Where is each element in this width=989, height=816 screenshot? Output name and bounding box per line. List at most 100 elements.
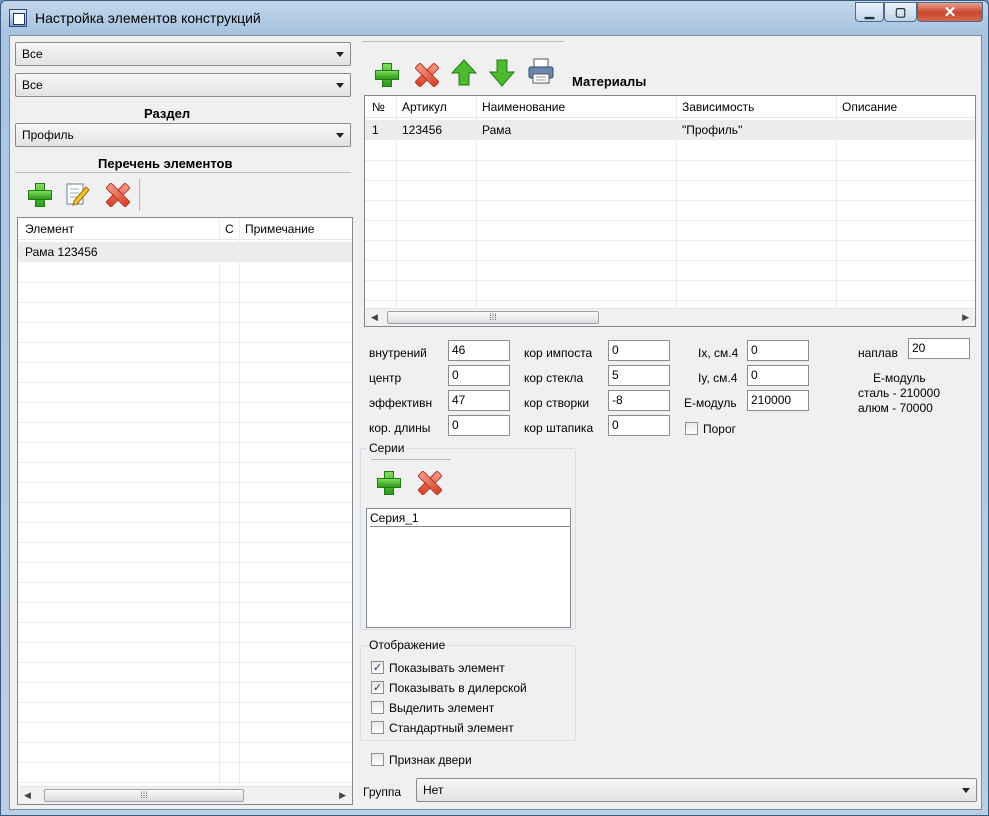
scroll-left-icon[interactable]: ◀	[24, 790, 31, 801]
standard-element-label: Стандартный элемент	[389, 721, 514, 735]
row-divider	[18, 562, 352, 563]
column-header[interactable]: Описание	[842, 100, 897, 114]
row-divider	[18, 622, 352, 623]
delete-material-icon[interactable]	[412, 61, 438, 87]
column-header[interactable]: Артикул	[402, 100, 447, 114]
list-item[interactable]: Серия_1	[370, 511, 570, 527]
show-dealer-checkbox[interactable]: ✓	[371, 681, 384, 694]
kor-shtapika-input[interactable]: 0	[608, 415, 670, 436]
effektivn-input[interactable]: 47	[448, 390, 510, 411]
e-modul-note: E-модуль	[873, 371, 926, 385]
chevron-down-icon	[336, 52, 344, 57]
delete-series-icon[interactable]	[415, 469, 441, 495]
column-divider	[836, 96, 837, 308]
add-material-icon[interactable]	[373, 61, 399, 87]
e-modul-input[interactable]: 210000	[747, 390, 809, 411]
row-divider	[18, 782, 352, 783]
vnutreniy-input[interactable]: 46	[448, 340, 510, 361]
row-divider	[18, 302, 352, 303]
kor-dliny-label: кор. длины	[369, 421, 431, 435]
title-bar[interactable]: Настройка элементов конструкций ▁ ▢ ✕	[1, 1, 988, 35]
column-header[interactable]: Зависимость	[682, 100, 754, 114]
row-divider	[18, 602, 352, 603]
row-divider	[18, 362, 352, 363]
add-series-icon[interactable]	[375, 469, 401, 495]
scroll-thumb[interactable]: ⁞⁞⁞	[387, 311, 599, 324]
centr-label: центр	[369, 371, 402, 385]
door-checkbox[interactable]	[371, 753, 384, 766]
show-element-label: Показывать элемент	[389, 661, 505, 675]
scroll-right-icon[interactable]: ▶	[962, 312, 969, 323]
row-divider	[365, 300, 975, 301]
section-label: Раздел	[144, 106, 191, 121]
row-divider	[18, 402, 352, 403]
group-combo[interactable]: Нет	[416, 778, 977, 802]
chevron-down-icon	[336, 133, 344, 138]
divider	[371, 459, 451, 460]
add-icon[interactable]	[26, 181, 52, 207]
standard-element-checkbox[interactable]	[371, 721, 384, 734]
minimize-button[interactable]: ▁	[855, 2, 884, 22]
elements-table[interactable]: Элемент С Примечание Рама 123456 ◀ ⁞⁞⁞ ▶	[17, 217, 353, 805]
horizontal-scrollbar[interactable]: ◀ ⁞⁞⁞ ▶	[18, 786, 352, 804]
column-header[interactable]: Наименование	[482, 100, 565, 114]
aluminium-note: алюм - 70000	[858, 401, 933, 415]
divider	[15, 172, 351, 173]
column-header[interactable]: С	[225, 222, 234, 236]
scroll-left-icon[interactable]: ◀	[371, 312, 378, 323]
client-area: Все Все Раздел Профиль Перечень элементо…	[9, 35, 982, 810]
column-divider	[676, 96, 677, 308]
row-divider	[365, 200, 975, 201]
close-button[interactable]: ✕	[917, 2, 983, 22]
move-up-icon[interactable]	[450, 59, 478, 86]
filter-combo-1-value: Все	[22, 47, 43, 61]
centr-input[interactable]: 0	[448, 365, 510, 386]
chevron-down-icon	[962, 788, 970, 793]
iy-input[interactable]: 0	[747, 365, 809, 386]
table-row[interactable]: 1 123456 Рама "Профиль"	[365, 120, 975, 140]
kor-stekla-input[interactable]: 5	[608, 365, 670, 386]
row-divider	[18, 542, 352, 543]
series-group: Серии Серия_1	[360, 441, 576, 630]
delete-icon[interactable]	[103, 181, 129, 207]
group-combo-value: Нет	[423, 783, 444, 797]
ix-input[interactable]: 0	[747, 340, 809, 361]
show-element-checkbox[interactable]: ✓	[371, 661, 384, 674]
elements-list-title: Перечень элементов	[98, 156, 233, 171]
kor-stvorki-label: кор створки	[524, 396, 590, 410]
series-list[interactable]: Серия_1	[366, 508, 571, 628]
filter-combo-1[interactable]: Все	[15, 42, 351, 66]
door-label: Признак двери	[389, 753, 472, 767]
section-combo[interactable]: Профиль	[15, 123, 351, 147]
divider	[362, 41, 564, 42]
display-group: Отображение ✓ Показывать элемент ✓ Показ…	[360, 638, 576, 741]
materials-table[interactable]: № Артикул Наименование Зависимость Описа…	[364, 95, 976, 327]
porog-checkbox[interactable]	[685, 422, 698, 435]
row-divider	[18, 662, 352, 663]
kor-stvorki-input[interactable]: -8	[608, 390, 670, 411]
kor-imposta-input[interactable]: 0	[608, 340, 670, 361]
table-row[interactable]: Рама 123456	[18, 242, 352, 262]
highlight-element-checkbox[interactable]	[371, 701, 384, 714]
element-cell: Рама 123456	[25, 245, 98, 259]
dependency-cell: "Профиль"	[682, 123, 743, 137]
kor-dliny-input[interactable]: 0	[448, 415, 510, 436]
column-header[interactable]: Примечание	[245, 222, 314, 236]
print-icon[interactable]	[528, 58, 554, 84]
column-header[interactable]: Элемент	[25, 222, 74, 236]
scroll-thumb[interactable]: ⁞⁞⁞	[44, 789, 244, 802]
scroll-right-icon[interactable]: ▶	[339, 790, 346, 801]
kor-stekla-label: кор стекла	[524, 371, 584, 385]
highlight-element-label: Выделить элемент	[389, 701, 495, 715]
row-divider	[18, 502, 352, 503]
edit-icon[interactable]	[64, 181, 90, 207]
column-header[interactable]: №	[372, 100, 385, 114]
horizontal-scrollbar[interactable]: ◀ ⁞⁞⁞ ▶	[365, 308, 975, 326]
porog-label: Порог	[703, 422, 737, 436]
filter-combo-2[interactable]: Все	[15, 73, 351, 97]
move-down-icon[interactable]	[488, 59, 516, 87]
steel-note: сталь - 210000	[858, 386, 940, 400]
display-title: Отображение	[367, 638, 448, 652]
maximize-button[interactable]: ▢	[884, 2, 917, 22]
naplav-input[interactable]: 20	[908, 338, 970, 359]
